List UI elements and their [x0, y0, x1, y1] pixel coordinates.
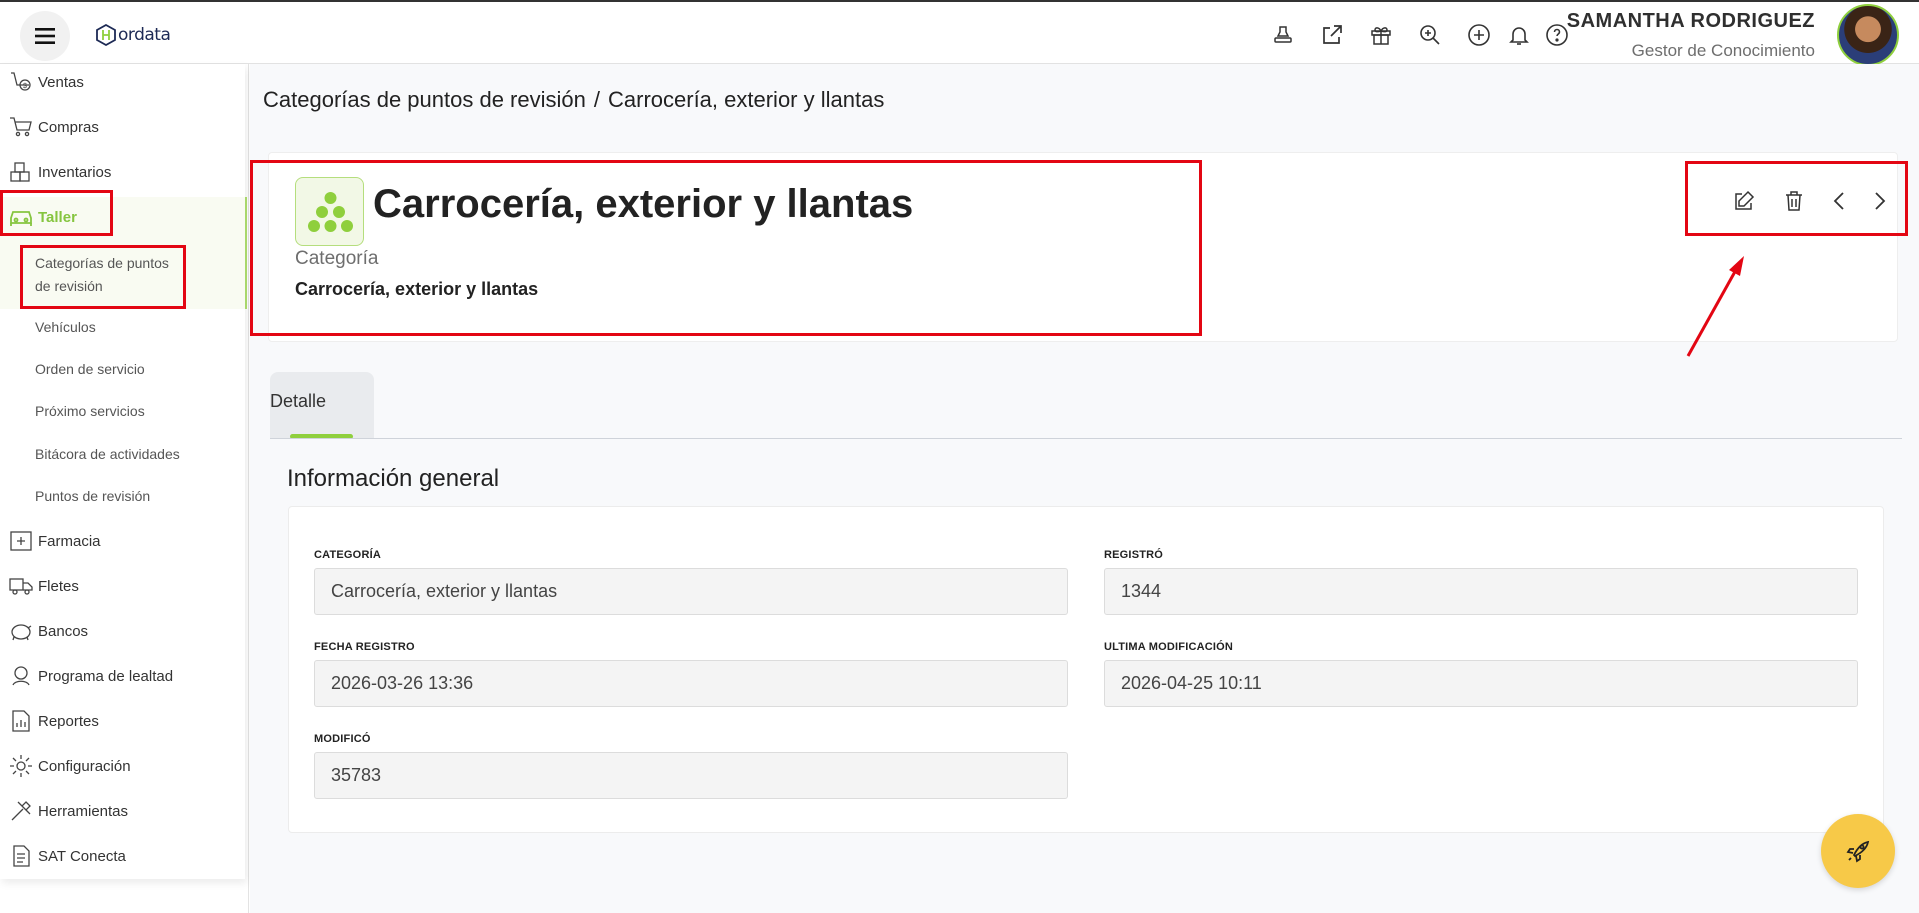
tab-detalle-label[interactable]: Detalle [270, 391, 326, 412]
breadcrumb-parent[interactable]: Categorías de puntos de revisión [263, 87, 586, 112]
search-zoom-icon[interactable] [1415, 20, 1445, 50]
sidebar-item-label: Herramientas [38, 802, 129, 820]
sidebar-item-farmacia[interactable]: Farmacia [8, 526, 101, 556]
truck-icon [9, 578, 33, 595]
sidebar-subitem-proximo-servicios[interactable]: Próximo servicios [35, 403, 145, 419]
sidebar-item-label: Programa de lealtad [38, 667, 174, 685]
general-info-card: CATEGORÍA Carrocería, exterior y llantas… [288, 506, 1884, 833]
sidebar: $ Ventas Compras Inventarios Taller Cate… [0, 64, 249, 913]
sidebar-item-fletes[interactable]: Fletes [8, 571, 79, 601]
sidebar-item-configuracion[interactable]: Configuración [8, 751, 131, 781]
external-link-icon[interactable] [1317, 20, 1347, 50]
pharmacy-icon [10, 531, 32, 551]
sidebar-subitem-bitacora[interactable]: Bitácora de actividades [35, 446, 180, 462]
sidebar-item-label: Configuración [38, 757, 131, 775]
avatar[interactable] [1837, 4, 1899, 66]
piggy-bank-icon [11, 624, 32, 641]
annotation-box-actions [1685, 161, 1908, 236]
cart-icon [10, 117, 32, 137]
report-icon [12, 710, 30, 732]
sidebar-item-lealtad[interactable]: Programa de lealtad [8, 661, 173, 691]
sidebar-item-label: Fletes [38, 577, 79, 595]
app-logo[interactable]: ordata [96, 24, 171, 46]
sidebar-item-bancos[interactable]: Bancos [8, 616, 88, 646]
add-circle-icon[interactable] [1464, 20, 1494, 50]
section-title: Información general [287, 465, 500, 492]
annotation-box-header [250, 160, 1202, 336]
menu-toggle-button[interactable] [20, 11, 70, 61]
svg-text:$: $ [23, 83, 27, 90]
gift-icon[interactable] [1366, 20, 1396, 50]
user-name: SAMANTHA RODRIGUEZ [1566, 10, 1815, 32]
categoria-label: CATEGORÍA [314, 549, 381, 561]
gear-icon [10, 755, 32, 777]
tools-icon [11, 801, 31, 821]
top-bar: ordata SAMANTHA RODRIGUEZ Gestor de Cono… [0, 0, 1919, 66]
sidebar-item-sat-conecta[interactable]: SAT Conecta [8, 841, 126, 871]
sidebar-item-herramientas[interactable]: Herramientas [8, 796, 128, 826]
breadcrumb: Categorías de puntos de revisión / Carroce… [263, 87, 884, 113]
stamp-icon[interactable] [1268, 20, 1298, 50]
tab-divider [270, 438, 1902, 439]
boxes-icon [10, 162, 30, 182]
annotation-box-taller [0, 190, 113, 236]
sidebar-item-inventarios[interactable]: Inventarios [8, 157, 111, 187]
sidebar-item-label: Reportes [38, 712, 99, 730]
fecha-registro-field[interactable]: 2026-03-26 13:36 [314, 660, 1068, 707]
logo-text: ordata [118, 25, 171, 45]
sidebar-item-label: Compras [38, 118, 99, 136]
sidebar-item-label: Farmacia [38, 532, 101, 550]
sidebar-item-label: SAT Conecta [38, 847, 126, 865]
sidebar-subitem-orden-servicio[interactable]: Orden de servicio [35, 361, 145, 377]
breadcrumb-separator: / [593, 87, 600, 112]
sidebar-item-reportes[interactable]: Reportes [8, 706, 99, 736]
sidebar-item-ventas[interactable]: $ Ventas [8, 67, 84, 97]
sidebar-item-label: Ventas [38, 73, 84, 91]
categoria-field[interactable]: Carrocería, exterior y llantas [314, 568, 1068, 615]
rocket-icon [1846, 840, 1870, 863]
loyalty-icon [12, 666, 30, 686]
sidebar-item-compras[interactable]: Compras [8, 112, 99, 142]
sidebar-item-label: Inventarios [38, 163, 112, 181]
annotation-box-categorias [20, 245, 186, 309]
modifico-label: MODIFICÓ [314, 733, 371, 745]
fecha-registro-label: FECHA REGISTRO [314, 641, 415, 653]
modifico-field[interactable]: 35783 [314, 752, 1068, 799]
registro-field[interactable]: 1344 [1104, 568, 1858, 615]
user-info[interactable]: SAMANTHA RODRIGUEZ Gestor de Conocimient… [1567, 10, 1815, 61]
main-content: Categorías de puntos de revisión / Carroce… [250, 64, 1919, 913]
ultima-modificacion-field[interactable]: 2026-04-25 10:11 [1104, 660, 1858, 707]
ventas-icon: $ [11, 72, 31, 91]
quick-launch-button[interactable] [1821, 814, 1895, 888]
sidebar-subitem-puntos-revision[interactable]: Puntos de revisión [35, 488, 150, 504]
sidebar-subitem-vehiculos[interactable]: Vehículos [35, 319, 96, 335]
logo-hexagon-icon [96, 24, 116, 46]
registro-label: REGISTRÓ [1104, 549, 1164, 561]
ultima-modificacion-label: ULTIMA MODIFICACIÓN [1104, 641, 1234, 653]
user-role: Gestor de Conocimiento [1631, 41, 1815, 60]
breadcrumb-current: Carrocería, exterior y llantas [608, 87, 885, 112]
document-icon [13, 845, 30, 867]
hamburger-icon [35, 28, 55, 44]
sidebar-item-label: Bancos [38, 622, 89, 640]
bell-icon[interactable] [1504, 20, 1534, 50]
